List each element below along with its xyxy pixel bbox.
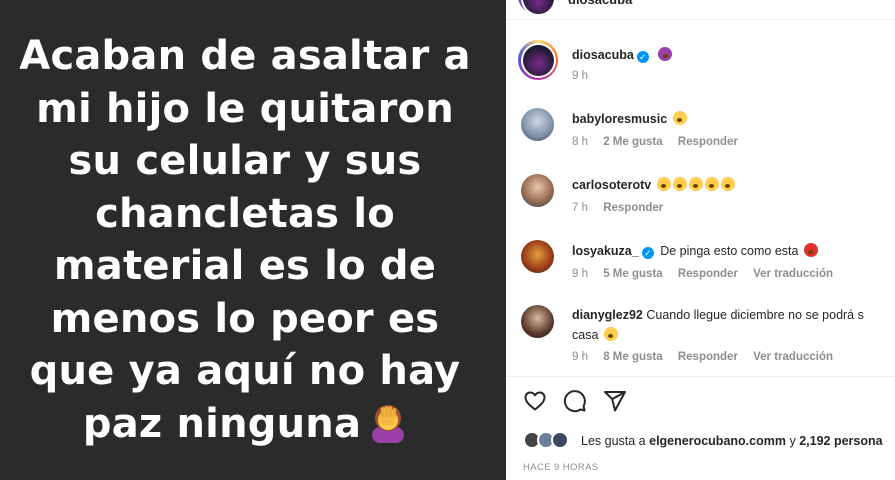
person-facepalm-icon (658, 47, 673, 61)
caption-meta: 9 h (572, 70, 600, 82)
story-line: que ya aquí no hay (29, 348, 461, 394)
story-line: mi hijo le quitaron (36, 85, 454, 132)
comment-likes[interactable]: 2 Me gusta (603, 136, 662, 148)
story-text: Acaban de asaltar a mi hijo le quitaron … (0, 30, 490, 450)
comment-avatar[interactable] (521, 108, 554, 141)
likes-user[interactable]: elgenerocubano.comm (649, 434, 786, 448)
comment-text-continued: casa (572, 328, 599, 342)
comment-meta: 7 h Responder (572, 202, 675, 214)
story-line: menos lo peor es (50, 295, 440, 342)
comment-meta: 8 h 2 Me gusta Responder (572, 136, 750, 148)
likes-joiner: y (789, 434, 796, 448)
translate-button[interactable]: Ver traducción (753, 351, 833, 363)
comment-time: 9 h (572, 268, 588, 280)
facepalm-emoji-icon (369, 401, 407, 443)
comment-likes[interactable]: 8 Me gusta (603, 351, 662, 363)
comment-line: carlosoterotv (572, 177, 735, 192)
translate-button[interactable]: Ver traducción (753, 268, 833, 280)
shocked-face-emoji-icon (672, 177, 687, 191)
header-username[interactable]: diosacuba (568, 0, 632, 7)
reply-button[interactable]: Responder (678, 268, 738, 280)
story-line: Acaban de asaltar a (19, 33, 471, 79)
comment-time: 9 h (572, 351, 588, 363)
reply-button[interactable]: Responder (678, 136, 738, 148)
shocked-face-emoji-icon (656, 177, 671, 191)
comment-line-2: casa (572, 327, 618, 342)
story-image: Acaban de asaltar a mi hijo le quitaron … (0, 0, 506, 480)
heart-icon[interactable] (523, 389, 547, 413)
story-line-last: paz ninguna (0, 398, 490, 451)
verified-icon: ✓ (636, 51, 649, 63)
reply-button[interactable]: Responder (678, 351, 738, 363)
story-line: chancletas lo (95, 190, 395, 237)
caption-username[interactable]: diosacuba (572, 48, 634, 62)
sad-face-emoji-icon (672, 111, 687, 125)
comment-meta: 9 h 5 Me gusta Responder Ver traducción (572, 268, 845, 280)
comment-username[interactable]: losyakuza_ (572, 244, 639, 258)
comment-username[interactable]: babyloresmusic (572, 112, 667, 126)
likes-prefix: Les gusta a (581, 434, 646, 448)
comment-line: babyloresmusic (572, 111, 687, 126)
comment-icon[interactable] (563, 389, 587, 413)
comment-username[interactable]: carlosoterotv (572, 178, 651, 192)
share-icon[interactable] (603, 389, 627, 413)
header-avatar[interactable] (518, 0, 556, 16)
post-panel: diosacuba diosacuba✓ 9 h babyloresmusic … (506, 0, 895, 480)
comment-time: 8 h (572, 136, 588, 148)
comment-line: dianyglez92 Cuando llegue diciembre no s… (572, 308, 864, 322)
comment-avatar[interactable] (521, 240, 554, 273)
caption-line: diosacuba ✓ (572, 47, 673, 63)
comment-meta: 9 h 8 Me gusta Responder Ver traducción (572, 351, 845, 363)
comment-text: De pinga esto como esta (660, 244, 799, 258)
story-line: su celular y sus (68, 138, 422, 184)
fearful-face-emoji-icon (603, 327, 618, 341)
liker-avatar[interactable] (551, 431, 569, 449)
comment-avatar[interactable] (521, 305, 554, 338)
comment-username[interactable]: dianyglez92 (572, 308, 643, 322)
likes-text: Les gusta a elgenerocubano.comm y 2,192 … (581, 434, 883, 448)
comment-likes[interactable]: 5 Me gusta (603, 268, 662, 280)
shocked-face-emoji-icon (720, 177, 735, 191)
post-header: diosacuba (506, 0, 895, 20)
story-line: material es lo de (53, 243, 437, 289)
reply-button[interactable]: Responder (603, 202, 663, 214)
angry-face-emoji-icon (803, 243, 818, 257)
comment-text: Cuando llegue diciembre no se podrá s (646, 308, 864, 322)
comment-avatar[interactable] (521, 174, 554, 207)
post-time[interactable]: HACE 9 HORAS (523, 462, 599, 473)
caption-avatar[interactable] (518, 40, 558, 80)
story-line-text: paz ninguna (82, 400, 362, 447)
comment-line: losyakuza_ ✓ De pinga esto como esta (572, 243, 818, 259)
caption-time: 9 h (572, 70, 588, 82)
shocked-face-emoji-icon (704, 177, 719, 191)
shocked-face-emoji-icon (688, 177, 703, 191)
divider (506, 376, 895, 377)
verified-icon: ✓ (641, 247, 654, 259)
comment-time: 7 h (572, 202, 588, 214)
likes-count[interactable]: 2,192 persona (799, 434, 882, 448)
